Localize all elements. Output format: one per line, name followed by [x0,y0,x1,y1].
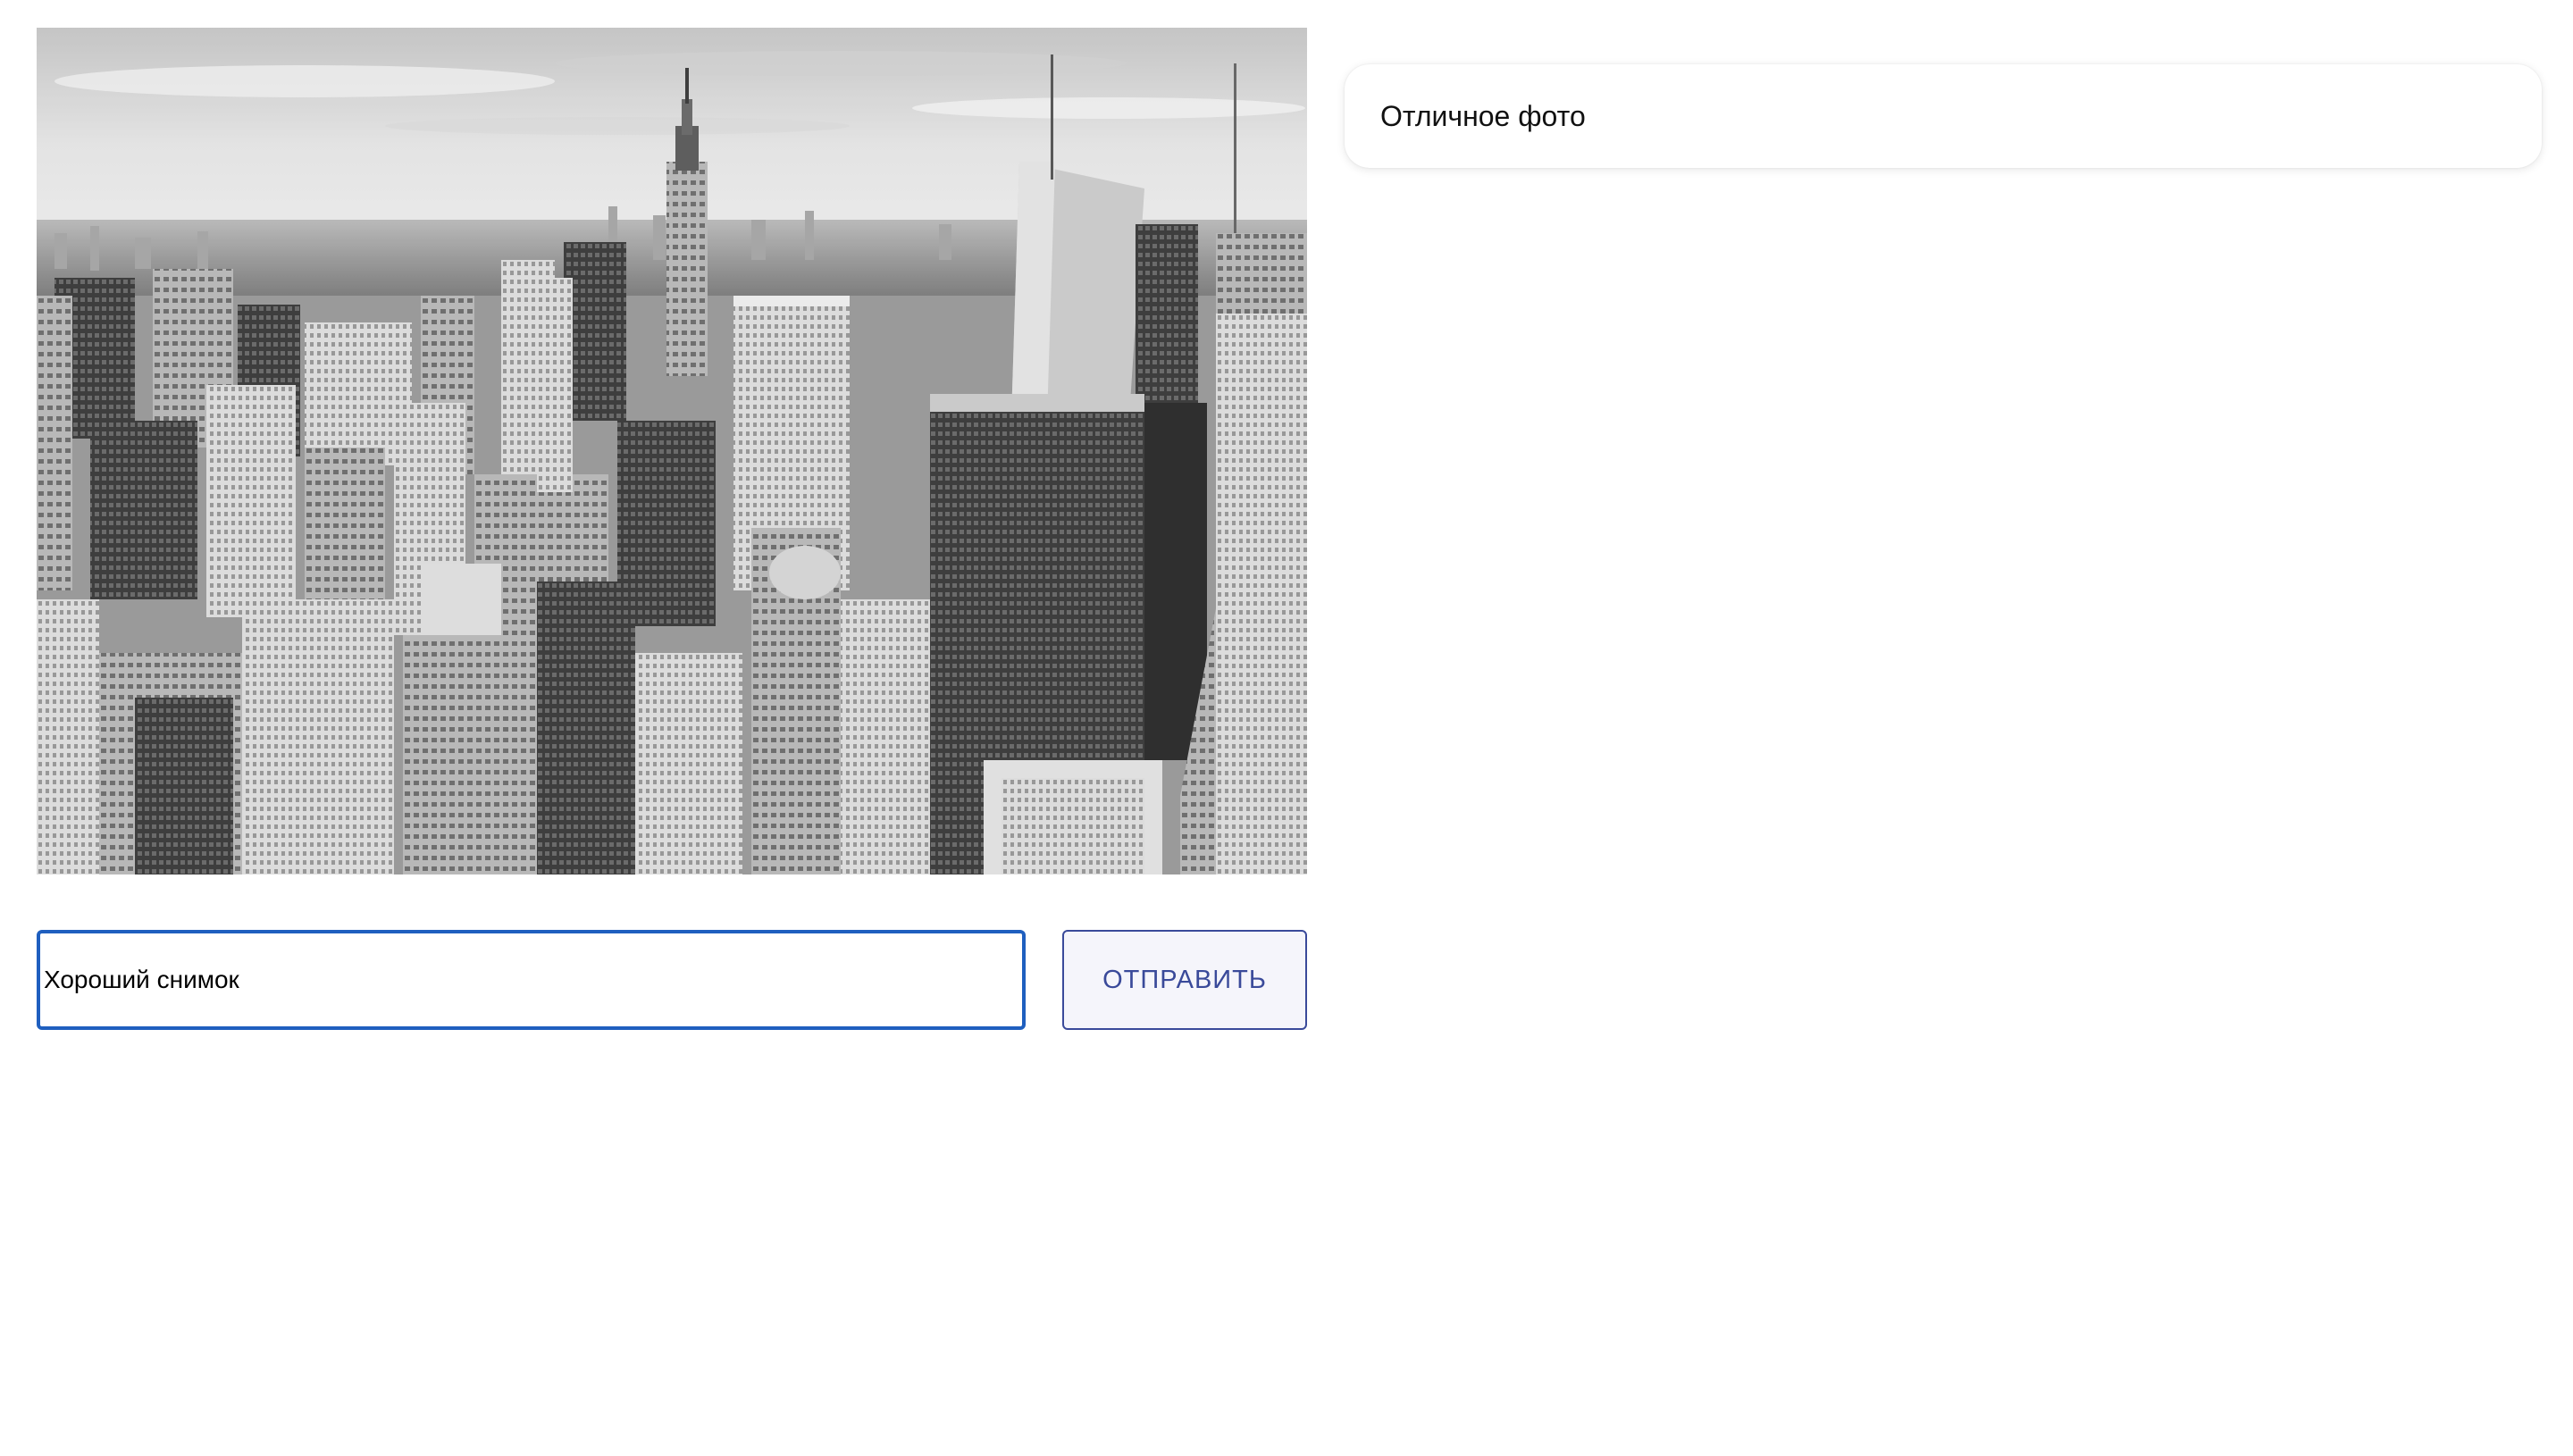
comment-text: Отличное фото [1380,99,1586,132]
send-button[interactable]: ОТПРАВИТЬ [1062,930,1307,1030]
city-skyline-image [37,28,1307,874]
page: ОТПРАВИТЬ Отличное фото [0,0,2573,1456]
city-photo [37,28,1307,874]
comment-input[interactable] [37,930,1026,1030]
comment-card: Отличное фото [1345,64,2542,168]
